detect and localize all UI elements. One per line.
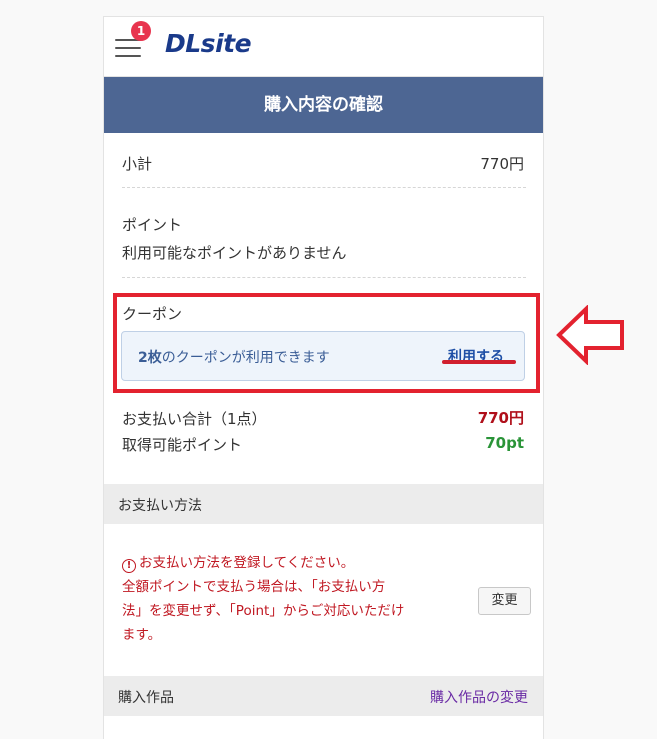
change-payment-button[interactable]: 変更 [478, 587, 531, 615]
site-header: 1 DLsite [104, 17, 543, 77]
annotation-highlight-box [113, 293, 540, 393]
purchased-items-heading: 購入作品 [118, 690, 174, 706]
change-items-link[interactable]: 購入作品の変更 [430, 687, 528, 707]
purchased-items-section-header: 購入作品 購入作品の変更 [104, 676, 543, 716]
earnable-points-label: 取得可能ポイント [122, 436, 243, 454]
earnable-points-value: 70pt [485, 434, 524, 452]
warning-line-1: お支払い方法を登録してください。 [139, 555, 355, 571]
page-title: 購入内容の確認 [104, 77, 543, 133]
payment-method-heading: お支払い方法 [118, 498, 202, 514]
mobile-page: 1 DLsite 購入内容の確認 小計 770円 ポイント 利用可能なポイントが… [103, 16, 544, 739]
payment-warning: ! お支払い方法を登録してください。 全額ポイントで支払う場合は、「お支払い方 法… [122, 551, 462, 647]
annotation-arrow-icon [556, 305, 624, 365]
subtotal-value: 770円 [480, 155, 524, 173]
subtotal-label: 小計 [122, 155, 153, 173]
divider [122, 277, 526, 278]
warning-line-3: 法」を変更せず、「Point」からご対応いただけ [122, 603, 405, 619]
warning-line-2: 全額ポイントで支払う場合は、「お支払い方 [122, 579, 386, 595]
exclamation-circle-icon: ! [122, 559, 136, 573]
divider [122, 187, 526, 188]
hamburger-menu-icon[interactable] [115, 39, 141, 57]
total-value: 770円 [477, 409, 524, 427]
points-label: ポイント [122, 216, 183, 234]
points-message: 利用可能なポイントがありません [122, 244, 347, 262]
total-label: お支払い合計（1点） [122, 410, 267, 428]
warning-line-4: ます。 [122, 627, 162, 643]
dlsite-logo[interactable]: DLsite [165, 29, 252, 58]
notification-badge: 1 [131, 21, 151, 41]
payment-method-section-header: お支払い方法 [104, 484, 543, 524]
